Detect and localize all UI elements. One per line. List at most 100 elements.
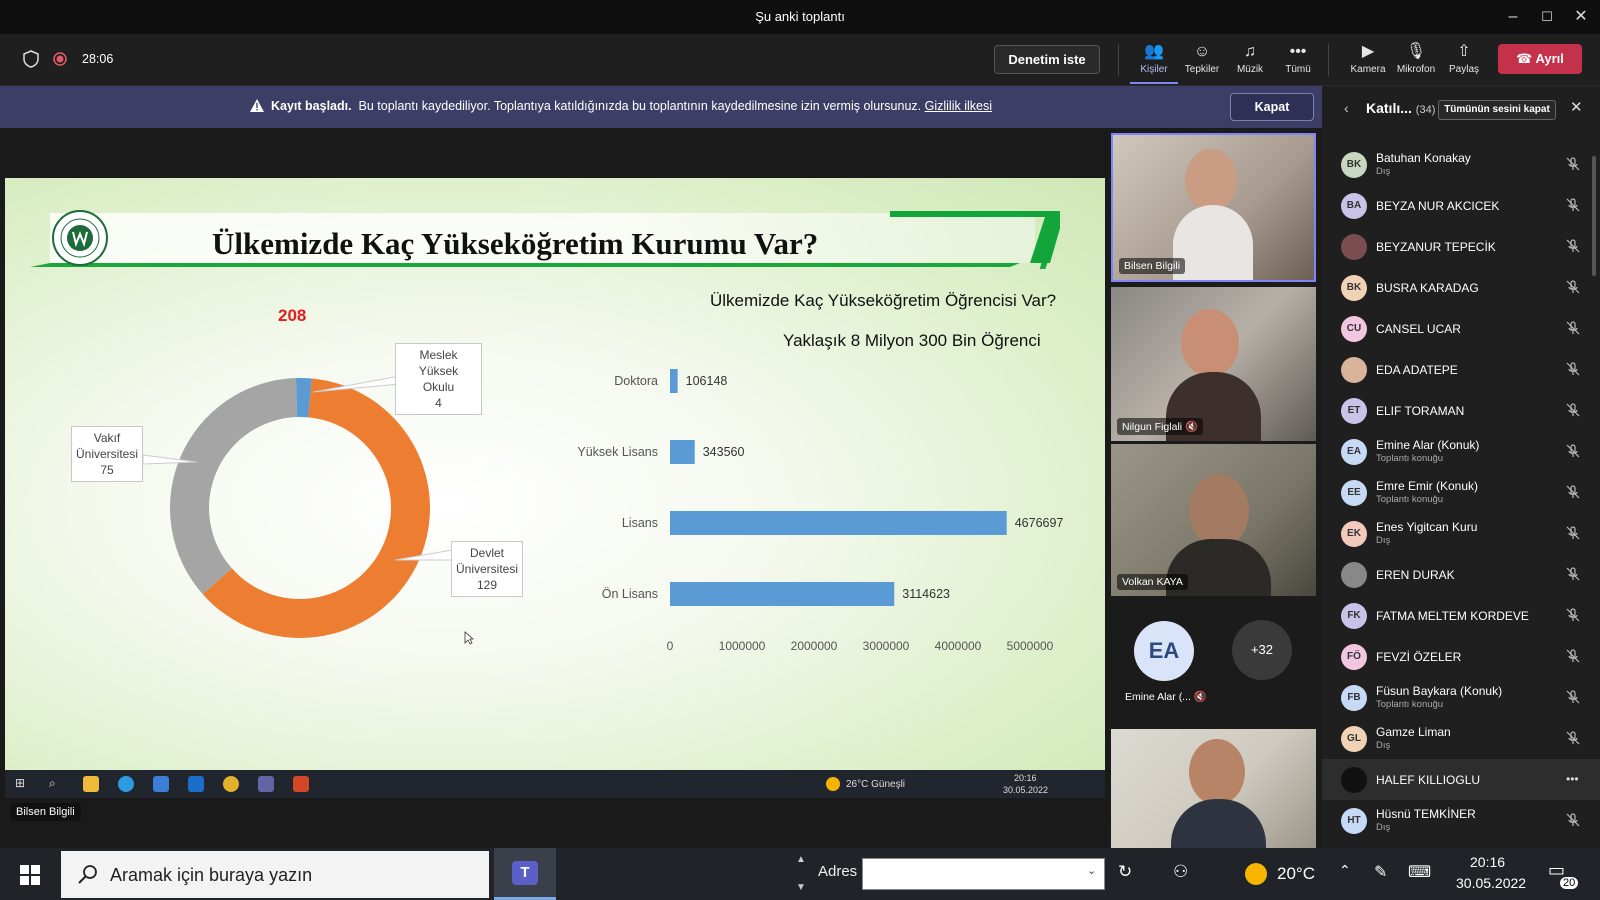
bar-value-label: 106148 (686, 374, 728, 388)
participant-name: CANSEL UCAR (1376, 322, 1461, 336)
participant-row[interactable]: FÖ FEVZİ ÖZELER (1322, 636, 1600, 677)
scroll-up-icon[interactable]: ▲ (796, 854, 806, 865)
minimize-button[interactable]: – (1496, 4, 1530, 30)
participant-row[interactable]: EA Emine Alar (Konuk) Toplantı konuğu (1322, 431, 1600, 472)
participant-role: Toplantı konuğu (1376, 699, 1444, 710)
participant-row[interactable]: HALEF KILLIOGLU ••• (1322, 759, 1600, 800)
more-button[interactable]: ••• Tümü (1274, 42, 1322, 75)
participant-row[interactable]: GL Gamze Liman Dış (1322, 718, 1600, 759)
participant-name: Emre Emir (Konuk) (1376, 479, 1479, 493)
pen-icon[interactable]: ✎ (1374, 862, 1387, 882)
participants-scrollbar[interactable] (1592, 156, 1596, 276)
participant-row[interactable]: BEYZANUR TEPECİK (1322, 226, 1600, 267)
participant-role: Toplantı konuğu (1376, 494, 1444, 505)
start-icon[interactable] (20, 865, 40, 885)
video-tile-3[interactable]: Volkan KAYA (1111, 444, 1316, 596)
window-title: Şu anki toplantı (755, 9, 845, 24)
mic-off-icon (1566, 690, 1580, 704)
refresh-icon[interactable]: ↻ (1118, 862, 1132, 882)
back-chevron-icon[interactable]: ‹ (1344, 100, 1349, 116)
bar-0 (670, 369, 678, 393)
video-name-label: Nilgun Figlali 🔇 (1117, 418, 1204, 435)
bar-category-label: Lisans (622, 516, 658, 530)
participant-avatar: CU (1341, 316, 1367, 342)
participant-row[interactable]: EK Enes Yigitcan Kuru Dış (1322, 513, 1600, 554)
taskbar-search-input[interactable]: Aramak için buraya yazın (61, 851, 489, 898)
close-panel-icon[interactable]: ✕ (1570, 98, 1583, 116)
taskbar-date[interactable]: 30.05.2022 (1456, 875, 1526, 891)
mic-off-icon (1566, 813, 1580, 827)
tray-chevron-icon[interactable]: ⌃ (1339, 862, 1351, 879)
shield-icon[interactable] (23, 50, 39, 68)
participant-avatar: ET (1341, 398, 1367, 424)
mic-off-icon (1566, 649, 1580, 663)
overflow-avatar[interactable]: EA (1134, 621, 1194, 681)
teams-taskbar-button[interactable]: T (494, 848, 556, 900)
participant-row[interactable]: BK BUSRA KARADAG (1322, 267, 1600, 308)
leave-button[interactable]: ☎ Ayrıl (1498, 44, 1582, 74)
presenter-taskbar: ⊞ ⌕ 26°C Güneşli 20:16 30.05.2022 (5, 770, 1105, 798)
toolbar-divider (1328, 44, 1329, 76)
x-tick-label: 3000000 (863, 639, 910, 653)
participant-row[interactable]: FK FATMA MELTEM KORDEVE (1322, 595, 1600, 636)
sun-icon (826, 777, 840, 791)
camera-button[interactable]: ▶ Kamera (1344, 42, 1392, 75)
edge-icon (118, 776, 134, 792)
phone-icon: ☎ (1516, 51, 1536, 66)
share-button[interactable]: ⇧ Paylaş (1440, 42, 1488, 75)
more-participants-button[interactable]: +32 (1232, 620, 1292, 680)
participant-avatar: FÖ (1341, 644, 1367, 670)
scroll-down-icon[interactable]: ▼ (796, 882, 806, 893)
people-icon[interactable]: ⚇ (1173, 862, 1188, 882)
request-control-button[interactable]: Denetim iste (994, 45, 1100, 74)
recording-banner: Kayıt başladı. Bu toplantı kaydediliyor.… (0, 86, 1322, 128)
chrome-icon (223, 776, 239, 792)
address-input[interactable]: ⌄ (862, 858, 1105, 890)
participant-row[interactable]: HT Hüsnü TEMKİNER Dış (1322, 800, 1600, 841)
bar-category-label: Yüksek Lisans (577, 445, 658, 459)
video-tile-2[interactable]: Nilgun Figlali 🔇 (1111, 287, 1316, 441)
participant-row[interactable]: FB Füsun Baykara (Konuk) Toplantı konuğu (1322, 677, 1600, 718)
close-window-button[interactable]: ✕ (1564, 4, 1598, 30)
more-options-icon[interactable]: ••• (1566, 772, 1580, 786)
participant-name: Emine Alar (Konuk) (1376, 438, 1480, 452)
close-banner-button[interactable]: Kapat (1230, 93, 1314, 121)
privacy-policy-link[interactable]: Gizlilik ilkesi (925, 99, 992, 113)
reactions-button[interactable]: ☺ Tepkiler (1178, 42, 1226, 75)
maximize-button[interactable]: ☐ (1530, 4, 1564, 30)
participant-row[interactable]: ET ELIF TORAMAN (1322, 390, 1600, 431)
keyboard-icon[interactable]: ⌨ (1408, 862, 1431, 882)
microphone-button[interactable]: 🎙 Mikrofon (1392, 42, 1440, 75)
windows-taskbar: Aramak için buraya yazın T ▲ ▼ Adres ⌄ ↻… (0, 848, 1600, 900)
notification-count[interactable]: 20 (1560, 877, 1579, 889)
bar-3 (670, 582, 895, 606)
video-name-label: Bilsen Bilgili (1119, 258, 1186, 274)
presenter-name-tag: Bilsen Bilgili (10, 803, 81, 821)
taskbar-clock[interactable]: 20:16 (1470, 854, 1505, 870)
participant-row[interactable]: BK Batuhan Konakay Dış (1322, 144, 1600, 185)
participant-row[interactable]: BA BEYZA NUR AKCICEK (1322, 185, 1600, 226)
participant-avatar: BA (1341, 193, 1367, 219)
video-tile-speaker[interactable]: Bilsen Bilgili (1111, 133, 1316, 282)
mic-off-icon (1566, 567, 1580, 581)
music-button[interactable]: ♫ Müzik (1226, 42, 1274, 75)
participant-face (1181, 309, 1239, 377)
mic-off-icon (1566, 444, 1580, 458)
participant-face (1189, 474, 1249, 548)
taskbar-temperature[interactable]: 20°C (1277, 864, 1315, 884)
windows-icon: ⊞ (15, 776, 26, 790)
participant-avatar: FK (1341, 603, 1367, 629)
chevron-down-icon[interactable]: ⌄ (1087, 864, 1096, 877)
participant-row[interactable]: EE Emre Emir (Konuk) Toplantı konuğu (1322, 472, 1600, 513)
people-button[interactable]: 👥 Kişiler (1130, 42, 1178, 84)
mic-off-icon (1566, 362, 1580, 376)
participant-row[interactable]: CU CANSEL UCAR (1322, 308, 1600, 349)
presenter-clock: 20:16 (1014, 773, 1037, 783)
participant-row[interactable]: EREN DURAK (1322, 554, 1600, 595)
weather-sun-icon[interactable] (1245, 863, 1267, 885)
video-tile-4[interactable] (1111, 729, 1316, 848)
bar-category-label: Doktora (614, 374, 658, 388)
participant-row[interactable]: EDA ADATEPE (1322, 349, 1600, 390)
mute-all-button[interactable]: Tümünün sesini kapat (1438, 100, 1556, 120)
callout-devlet: Devlet Üniversitesi 129 (451, 541, 523, 597)
